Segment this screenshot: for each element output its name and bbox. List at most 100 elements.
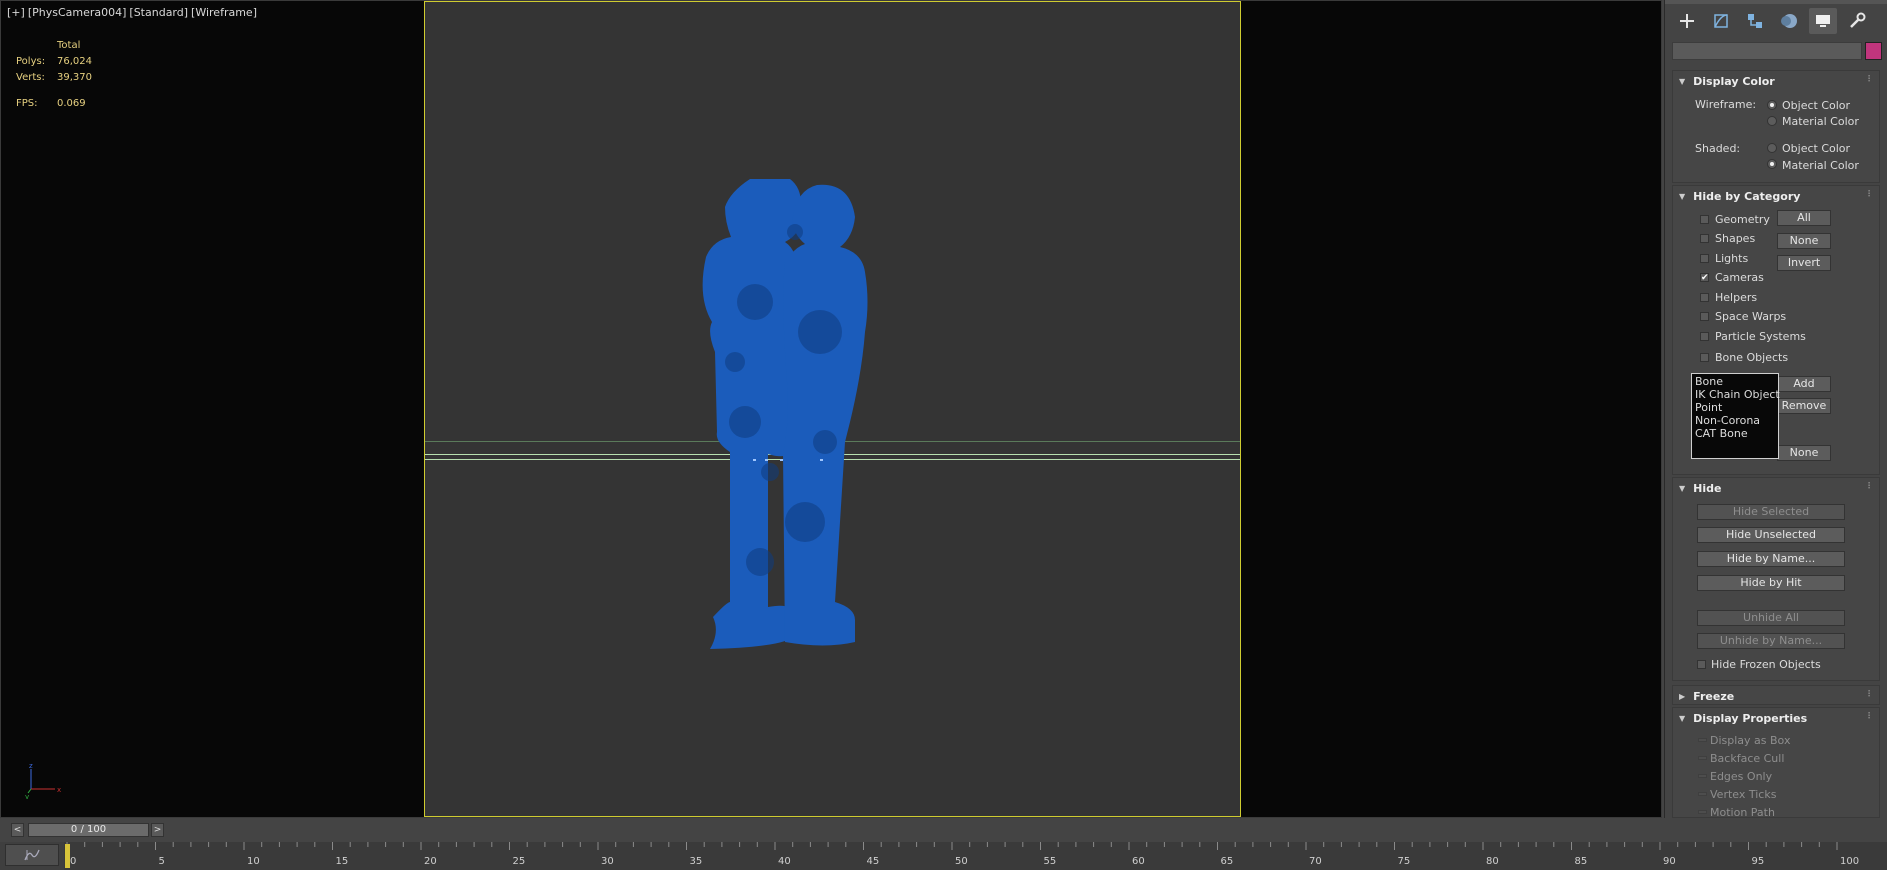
viewport-label[interactable]: [+] [PhysCamera004] [Standard] [Wireframe]	[7, 6, 260, 19]
hide-unselected-button[interactable]: Hide Unselected	[1697, 527, 1845, 543]
list-item[interactable]: Non-Corona	[1695, 414, 1775, 427]
timeline-track[interactable]: 0 5 10 15 20 25 30 35 40 45 50 55 60 65 70 75 80 85 90 95 10…	[64, 842, 1887, 870]
timeline-tick-label: 75	[1398, 856, 1411, 867]
track-bar: 0 5 10 15 20 25 30 35 40 45 50 55 60 65 70 75 80 85 90 95 10…	[0, 842, 1887, 870]
none-button[interactable]: None	[1777, 233, 1831, 249]
rollout-title: Freeze	[1693, 689, 1735, 703]
timeline-tick-label: 25	[513, 856, 526, 867]
time-slider-prev-button[interactable]: <	[11, 823, 24, 837]
hide-selected-button[interactable]: Hide Selected	[1697, 504, 1845, 520]
rollout-header-display-properties[interactable]: ▼ Display Properties ⋮	[1673, 708, 1879, 728]
tab-display[interactable]	[1809, 8, 1837, 34]
viewport-menu-plus[interactable]: [+]	[7, 6, 25, 19]
lights-checkbox[interactable]	[1700, 254, 1709, 263]
time-slider-next-button[interactable]: >	[151, 823, 164, 837]
tab-create[interactable]	[1673, 8, 1701, 34]
object-name-field[interactable]	[1672, 42, 1862, 60]
rollout-grip-icon: ⋮	[1865, 74, 1873, 83]
none-button-2[interactable]: None	[1777, 445, 1831, 461]
rollout-header-freeze[interactable]: ▶ Freeze ⋮	[1673, 686, 1879, 706]
timeline-tick-label: 45	[867, 856, 880, 867]
hierarchy-icon	[1748, 14, 1762, 28]
shapes-label: Shapes	[1715, 232, 1756, 245]
shapes-checkbox[interactable]	[1700, 234, 1709, 243]
remove-button[interactable]: Remove	[1777, 398, 1831, 414]
wireframe-material-color-radio[interactable]	[1767, 116, 1777, 126]
motion-path-label: Motion Path	[1710, 806, 1775, 818]
helpers-checkbox[interactable]	[1700, 293, 1709, 302]
viewport[interactable]: [+] [PhysCamera004] [Standard] [Wireframe] …	[0, 0, 1662, 818]
wireframe-object-color-radio[interactable]	[1767, 100, 1777, 110]
svg-text:z: z	[29, 762, 33, 770]
time-slider: < 0 / 100 >	[0, 820, 1887, 840]
viewport-shading-wireframe[interactable]: [Wireframe]	[191, 6, 257, 19]
statue-wireframe-model[interactable]	[425, 2, 1242, 818]
command-panel-tabs	[1673, 8, 1871, 36]
space-warps-label: Space Warps	[1715, 310, 1787, 323]
hide-by-name-button[interactable]: Hide by Name...	[1697, 551, 1845, 567]
rollout-hide: ▼ Hide ⋮ Hide Selected Hide Unselected H…	[1672, 477, 1880, 681]
shaded-object-color-radio[interactable]	[1767, 143, 1777, 153]
time-slider-thumb[interactable]: 0 / 100	[28, 823, 149, 837]
shaded-label: Shaded:	[1695, 142, 1741, 155]
command-panel-topbar	[1665, 0, 1887, 4]
timeline-tick-label: 5	[159, 856, 165, 867]
stats-verts-value: 39,370	[57, 72, 92, 83]
tab-hierarchy[interactable]	[1741, 8, 1769, 34]
invert-button[interactable]: Invert	[1777, 255, 1831, 271]
stats-verts-label: Verts:	[16, 72, 45, 83]
hide-by-hit-button[interactable]: Hide by Hit	[1697, 575, 1845, 591]
tab-motion[interactable]	[1775, 8, 1803, 34]
viewport-camera-label[interactable]: [PhysCamera004]	[28, 6, 127, 19]
timeline-ruler: 0 5 10 15 20 25 30 35 40 45 50 55 60 65 70 75 80 85 90 95 10…	[65, 842, 1859, 868]
vertex-ticks-label: Vertex Ticks	[1710, 788, 1777, 801]
tab-utilities[interactable]	[1843, 8, 1871, 34]
cameras-checkbox[interactable]: ✔	[1700, 273, 1709, 283]
cameras-label: Cameras	[1715, 271, 1764, 284]
timeline-tick-label: 85	[1575, 856, 1588, 867]
space-warps-checkbox[interactable]	[1700, 312, 1709, 321]
motion-path-checkbox[interactable]	[1698, 810, 1707, 814]
unhide-all-button[interactable]: Unhide All	[1697, 610, 1845, 626]
geometry-checkbox[interactable]	[1700, 215, 1709, 224]
object-color-swatch[interactable]	[1865, 42, 1882, 60]
edges-only-checkbox[interactable]	[1698, 774, 1707, 778]
tab-modify[interactable]	[1707, 8, 1735, 34]
bone-objects-checkbox[interactable]	[1700, 353, 1709, 362]
svg-text:x: x	[57, 786, 61, 794]
viewport-shading-standard[interactable]: [Standard]	[129, 6, 188, 19]
mini-curve-editor-button[interactable]	[5, 844, 59, 866]
command-panel: ▼ Display Color ⋮ Wireframe: Object Colo…	[1664, 0, 1887, 818]
geometry-label: Geometry	[1715, 213, 1770, 226]
rollout-header-hide[interactable]: ▼ Hide ⋮	[1673, 478, 1879, 498]
add-button[interactable]: Add	[1777, 376, 1831, 392]
category-list[interactable]: Bone IK Chain Object Point Non-Corona CA…	[1691, 373, 1780, 459]
particle-systems-checkbox[interactable]	[1700, 332, 1709, 341]
rollout-header-display-color[interactable]: ▼ Display Color ⋮	[1673, 71, 1879, 91]
svg-text:y: y	[25, 793, 29, 799]
rollout-display-color: ▼ Display Color ⋮ Wireframe: Object Colo…	[1672, 70, 1880, 183]
motion-icon	[1781, 14, 1797, 28]
all-button[interactable]: All	[1777, 210, 1831, 226]
shaded-material-color-radio[interactable]	[1767, 159, 1777, 169]
rollout-title: Hide	[1693, 481, 1722, 495]
vertex-ticks-checkbox[interactable]	[1698, 792, 1707, 796]
unhide-by-name-button[interactable]: Unhide by Name...	[1697, 633, 1845, 649]
expand-triangle-icon: ▶	[1679, 691, 1686, 701]
list-item[interactable]: Bone	[1695, 375, 1775, 388]
list-item[interactable]: CAT Bone	[1695, 427, 1775, 440]
bone-objects-label: Bone Objects	[1715, 351, 1789, 364]
current-frame-marker[interactable]	[65, 844, 70, 868]
display-as-box-checkbox[interactable]	[1698, 738, 1707, 742]
backface-cull-checkbox[interactable]	[1698, 756, 1707, 760]
collapse-triangle-icon: ▼	[1679, 483, 1686, 493]
wireframe-object-color-label: Object Color	[1782, 99, 1851, 112]
list-item[interactable]: Point	[1695, 401, 1775, 414]
list-item[interactable]: IK Chain Object	[1695, 388, 1780, 401]
hide-frozen-checkbox[interactable]	[1697, 660, 1706, 669]
timeline-tick-label: 90	[1663, 856, 1676, 867]
timeline-tick-label: 40	[778, 856, 791, 867]
rollout-header-hide-by-category[interactable]: ▼ Hide by Category ⋮	[1673, 186, 1879, 206]
timeline-tick-label: 60	[1132, 856, 1145, 867]
display-icon	[1816, 15, 1830, 27]
